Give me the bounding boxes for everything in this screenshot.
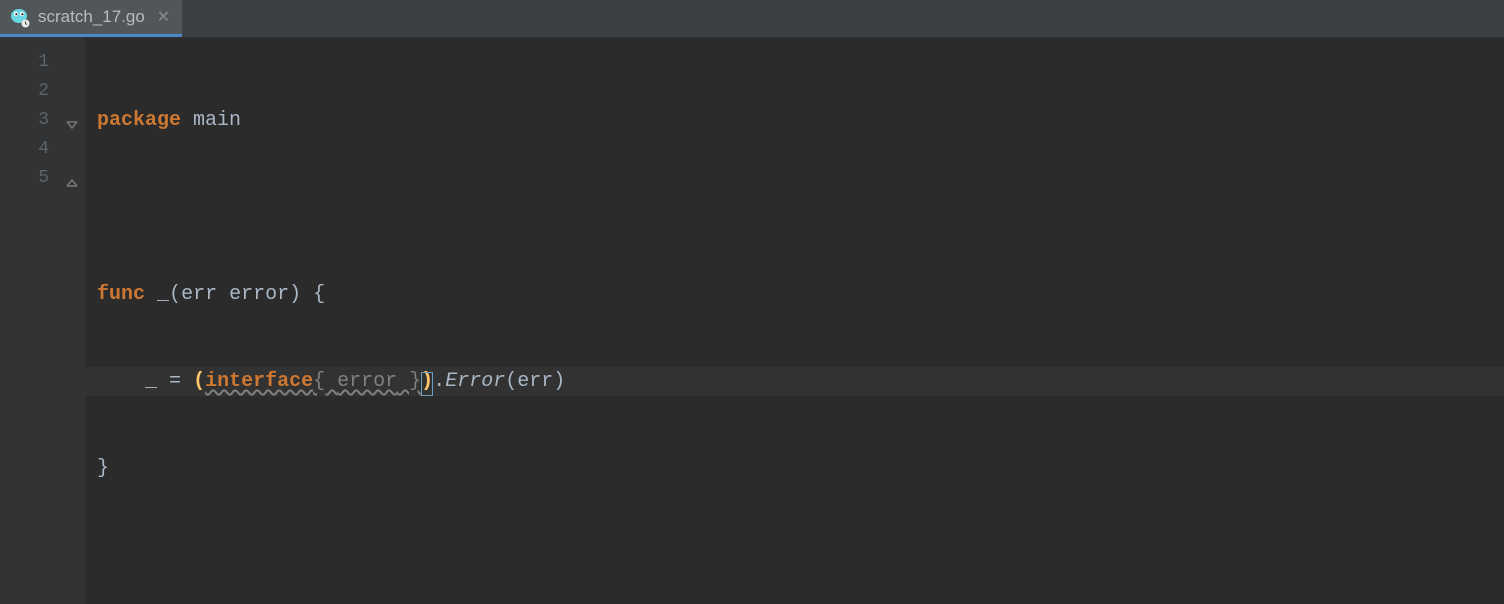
token-method: Error [445, 370, 505, 393]
code-line[interactable]: package main [85, 106, 1504, 135]
line-number-text: 5 [38, 168, 49, 188]
caret [421, 372, 433, 396]
line-number[interactable]: 5 [0, 164, 85, 193]
token-type-warn: error [337, 370, 397, 393]
line-number[interactable]: 2 [0, 77, 85, 106]
code-line-current[interactable]: _ = (interface{ error }).Error(err) [85, 367, 1504, 396]
tab-label: scratch_17.go [38, 7, 145, 27]
token-brace: { [313, 370, 337, 393]
code-line[interactable]: func _(err error) { [85, 280, 1504, 309]
code-line[interactable] [85, 193, 1504, 222]
token-paren: ( [505, 370, 517, 393]
code-area[interactable]: package main func _(err error) { _ = (in… [85, 38, 1504, 604]
token-dot: . [433, 370, 445, 393]
tab-bar: scratch_17.go ✕ [0, 0, 1504, 38]
token-identifier: err [181, 283, 217, 306]
token-keyword: func [97, 283, 145, 306]
token-op: = [169, 370, 181, 393]
token-blank: _ [157, 283, 169, 306]
token-paren: ( [169, 283, 181, 306]
line-number[interactable]: 4 [0, 135, 85, 164]
token-brace: } [97, 457, 109, 480]
token-paren: ) [289, 283, 301, 306]
token-brace: } [397, 370, 421, 393]
go-file-icon [8, 6, 30, 28]
gutter: 1 2 3 4 5 [0, 38, 85, 604]
token-identifier: err [517, 370, 553, 393]
editor: 1 2 3 4 5 package main func _(err error)… [0, 38, 1504, 604]
file-tab[interactable]: scratch_17.go ✕ [0, 0, 182, 37]
code-line[interactable]: } [85, 454, 1504, 483]
token-identifier: main [193, 109, 241, 132]
token-keyword: package [97, 109, 181, 132]
fold-close-icon[interactable] [65, 172, 79, 186]
fold-open-icon[interactable] [65, 114, 79, 128]
token-keyword-warn: interface [205, 370, 313, 393]
token-type: error [229, 283, 289, 306]
line-number[interactable]: 1 [0, 48, 85, 77]
line-number-text: 3 [38, 110, 49, 130]
close-icon[interactable]: ✕ [157, 7, 170, 27]
token-blank: _ [145, 370, 157, 393]
line-number[interactable]: 3 [0, 106, 85, 135]
token-paren-match: ( [193, 370, 205, 393]
token-paren: ) [553, 370, 565, 393]
token-brace: { [313, 283, 325, 306]
